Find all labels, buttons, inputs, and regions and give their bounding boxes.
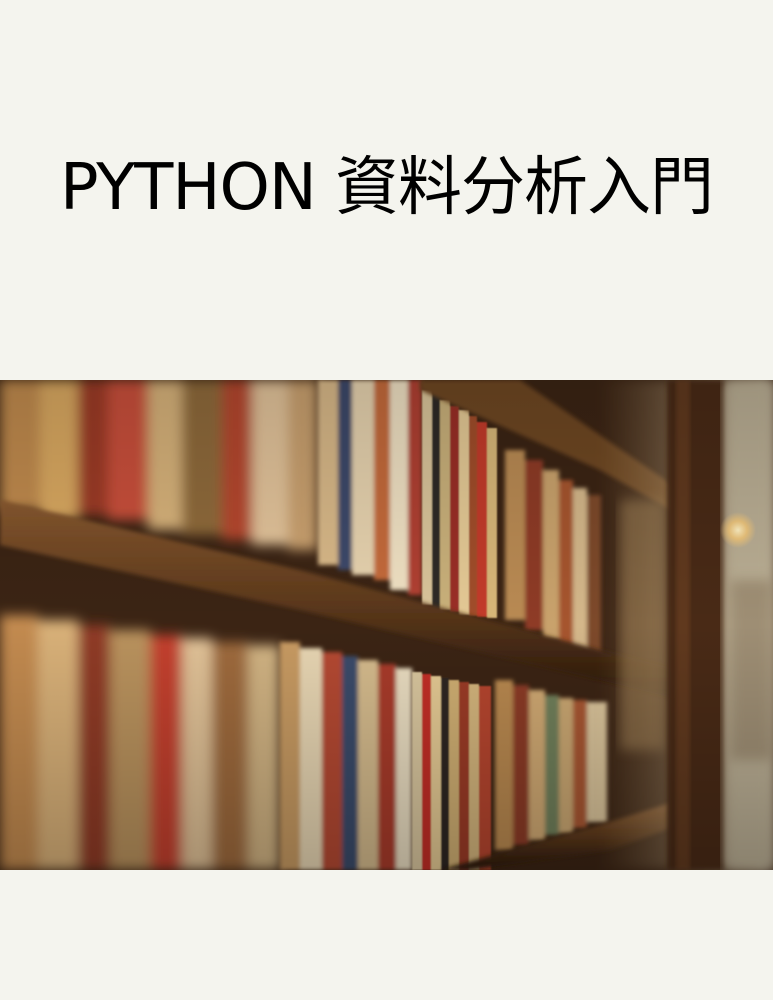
bookshelf-photo — [0, 380, 773, 870]
cover-title: PYTHON 資料分析入門 — [59, 151, 714, 225]
